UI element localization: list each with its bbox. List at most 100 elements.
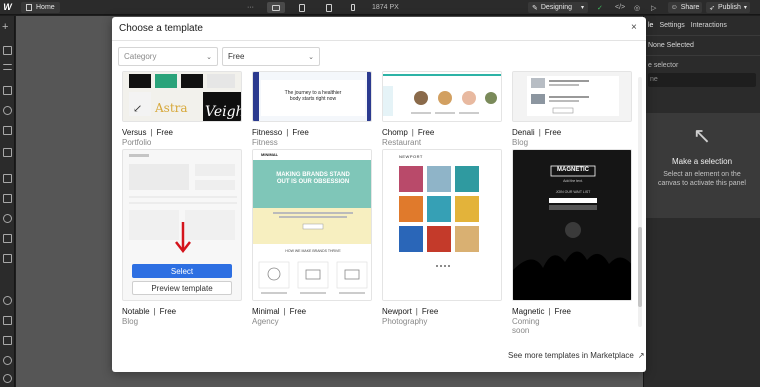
search-icon[interactable] [3, 356, 12, 365]
mode-selector[interactable]: ✎ Designing ▾ [528, 2, 588, 13]
template-name-row: Magnetic | Free [512, 307, 571, 316]
variables-icon[interactable] [3, 106, 12, 115]
template-name-row: Minimal | Free [252, 307, 307, 316]
desktop-breakpoint-button[interactable] [267, 2, 285, 13]
preview-template-button[interactable]: Preview template [132, 281, 232, 295]
versus-word-2: Veigh [205, 104, 242, 120]
page-selector[interactable]: Home [21, 1, 60, 13]
magnetic-cta: JOIN OUR WAIT LIST [555, 190, 591, 194]
chevron-down-icon: ▾ [743, 5, 747, 11]
style-selector-label: e selector [648, 62, 679, 69]
scrollbar-thumb[interactable] [638, 227, 642, 307]
template-price: Free [292, 128, 309, 137]
template-grid: ↙ Astra Veigh Versus | Free Portfolio The … [112, 71, 646, 341]
logic-icon[interactable] [3, 194, 12, 203]
chevron-down-icon: ▾ [580, 5, 584, 11]
tablet-portrait-icon [326, 3, 332, 12]
marketplace-link[interactable]: See more templates in Marketplace ↗ [508, 351, 645, 360]
status-check-icon[interactable]: ✓ [597, 0, 603, 15]
phone-icon [351, 4, 355, 11]
newport-logo: NEWPORT [399, 154, 423, 159]
more-menu-icon[interactable]: ··· [247, 0, 254, 15]
category-select[interactable]: Category ⌄ [118, 47, 218, 66]
marketplace-link-label: See more templates in Marketplace [508, 351, 634, 360]
template-name: Notable [122, 307, 150, 316]
right-panel: le Settings Interactions None Selected e… [643, 16, 760, 387]
template-name: Minimal [252, 307, 280, 316]
page-icon [26, 3, 32, 11]
assets-icon[interactable] [3, 148, 12, 157]
empty-state: ↖ Make a selection Select an element on … [644, 113, 760, 218]
close-icon[interactable]: × [631, 22, 637, 33]
magnetic-subheading: Add the text. [563, 179, 583, 183]
template-category: Agency [252, 317, 279, 326]
style-selector-input[interactable]: ne [648, 73, 756, 87]
newport-preview [383, 150, 501, 300]
tab-interactions[interactable]: Interactions [691, 22, 727, 29]
template-name-row: Denali | Free [512, 128, 562, 137]
template-thumbnail [512, 71, 632, 122]
template-price: Free [421, 307, 439, 316]
users-icon[interactable] [3, 214, 12, 223]
preview-play-icon[interactable]: ▷ [651, 0, 656, 15]
empty-state-description: Select an element on the canvas to activ… [658, 171, 746, 187]
template-thumbnail [382, 71, 502, 122]
cms-icon[interactable] [3, 174, 12, 183]
tablet-breakpoint-button[interactable] [293, 2, 311, 13]
template-thumbnail: ↙ Astra Veigh [122, 71, 242, 122]
template-category: Restaurant [382, 138, 422, 147]
code-icon[interactable]: </> [615, 0, 625, 15]
settings-gear-icon[interactable] [3, 296, 12, 305]
desktop-icon [272, 4, 280, 11]
add-elements-icon[interactable]: + [2, 22, 8, 33]
price-select[interactable]: Free ⌄ [222, 47, 320, 66]
comments-icon[interactable]: ◎ [634, 0, 640, 15]
navigator-icon[interactable] [3, 64, 12, 70]
template-price: Free [156, 128, 173, 137]
publish-button[interactable]: ➶ Publish ▾ [706, 2, 750, 13]
template-price: Free [544, 128, 562, 137]
mobile-breakpoint-button[interactable] [344, 2, 362, 13]
template-thumbnail: MINIMAL MAKING BRANDS STAND OUT IS OUR O… [252, 149, 372, 301]
selection-status: None Selected [644, 36, 760, 56]
styles-icon[interactable] [3, 126, 12, 135]
template-name-row: Chomp | Free [382, 128, 435, 137]
apps-icon[interactable] [3, 254, 12, 263]
modal-scrollbar[interactable] [638, 77, 642, 327]
price-select-value: Free [228, 52, 245, 61]
template-category: Blog [512, 138, 529, 147]
template-name: Denali [512, 128, 535, 137]
minimal-logo: MINIMAL [261, 152, 279, 157]
tab-settings[interactable]: Settings [659, 22, 684, 29]
chevron-down-icon: ⌄ [206, 53, 212, 61]
tablet-portrait-breakpoint-button[interactable] [320, 2, 338, 13]
top-bar: W Home ··· 1874 PX ✎ Designing ▾ ✓ </> ◎… [0, 0, 760, 15]
template-name: Chomp [382, 128, 408, 137]
versus-word-1: Astra [154, 101, 188, 115]
template-name-row: Versus | Free [122, 128, 173, 137]
template-category: Fitness [252, 138, 278, 147]
cursor-click-icon: ↖ [692, 123, 712, 148]
tab-style[interactable]: le [648, 22, 653, 29]
select-template-button[interactable]: Select [132, 264, 232, 278]
user-icon: ☺ [670, 4, 678, 11]
chevron-down-icon: ⌄ [308, 53, 314, 61]
rocket-icon: ➶ [709, 4, 715, 12]
template-thumbnail: Select Preview template [122, 149, 242, 301]
template-thumbnail: The journey to a healthier body starts r… [252, 71, 372, 122]
magnetic-logo: MAGNETIC [557, 167, 589, 173]
pages-icon[interactable] [3, 46, 12, 55]
denali-preview [513, 72, 631, 121]
share-button[interactable]: ☺ Share [668, 2, 702, 13]
help-icon[interactable] [3, 374, 12, 383]
template-category: Photography [382, 317, 428, 326]
template-category: Portfolio [122, 138, 152, 147]
empty-state-title: Make a selection [671, 157, 733, 166]
ecommerce-icon[interactable] [3, 234, 12, 243]
audit-icon[interactable] [3, 316, 12, 325]
components-icon[interactable] [3, 86, 12, 95]
left-toolbar: + [0, 16, 15, 387]
minimal-subheading: HOW WE MAKE BRANDS THRIVE [285, 249, 341, 253]
checklist-icon[interactable] [3, 336, 12, 345]
webflow-logo[interactable]: W [0, 0, 15, 15]
